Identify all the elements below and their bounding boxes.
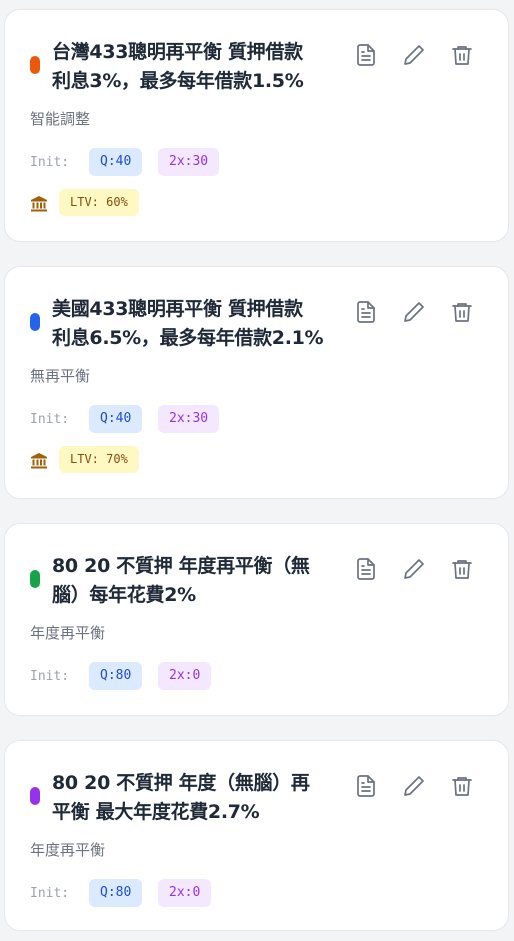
q-allocation-chip: Q:40 bbox=[89, 405, 143, 433]
pencil-icon[interactable] bbox=[402, 557, 426, 581]
trash-icon[interactable] bbox=[450, 774, 474, 798]
card-subtitle: 無再平衡 bbox=[30, 367, 91, 385]
color-dot bbox=[30, 787, 40, 805]
strategy-card: 美國433聰明再平衡 質押借款 利息6.5%，最多每年借款2.1% 無再平衡 I… bbox=[4, 266, 509, 499]
bank-icon bbox=[31, 196, 47, 212]
color-dot bbox=[30, 570, 40, 588]
card-title-line: 80 20 不質押 年度（無腦）再 bbox=[52, 772, 310, 794]
init-label: Init: bbox=[30, 886, 70, 901]
card-title-line: 台灣433聰明再平衡 質押借款 bbox=[52, 41, 303, 63]
card-title: 台灣433聰明再平衡 質押借款 利息3%，最多每年借款1.5% bbox=[52, 38, 352, 96]
init-label: Init: bbox=[30, 669, 70, 684]
trash-icon[interactable] bbox=[450, 557, 474, 581]
card-subtitle: 年度再平衡 bbox=[30, 624, 106, 642]
init-label: Init: bbox=[30, 155, 70, 170]
document-icon[interactable] bbox=[354, 300, 378, 324]
card-title-line: 美國433聰明再平衡 質押借款 bbox=[52, 298, 303, 320]
init-label: Init: bbox=[30, 412, 70, 427]
document-icon[interactable] bbox=[354, 43, 378, 67]
bank-icon bbox=[31, 453, 47, 469]
2x-allocation-chip: 2x:0 bbox=[158, 879, 212, 907]
card-title: 美國433聰明再平衡 質押借款 利息6.5%，最多每年借款2.1% bbox=[52, 295, 352, 353]
color-dot bbox=[30, 313, 40, 331]
card-title-line: 平衡 最大年度花費2.7% bbox=[52, 801, 260, 823]
card-subtitle: 年度再平衡 bbox=[30, 841, 106, 859]
card-title: 80 20 不質押 年度再平衡（無 腦）每年花費2% bbox=[52, 552, 352, 610]
color-dot bbox=[30, 56, 40, 74]
card-title-line: 腦）每年花費2% bbox=[52, 584, 196, 606]
document-icon[interactable] bbox=[354, 557, 378, 581]
document-icon[interactable] bbox=[354, 774, 378, 798]
card-title-line: 80 20 不質押 年度再平衡（無 bbox=[52, 555, 310, 577]
card-title-line: 利息6.5%，最多每年借款2.1% bbox=[52, 327, 324, 349]
trash-icon[interactable] bbox=[450, 300, 474, 324]
pencil-icon[interactable] bbox=[402, 300, 426, 324]
strategy-card: 80 20 不質押 年度再平衡（無 腦）每年花費2% 年度再平衡 Init: Q… bbox=[4, 523, 509, 716]
q-allocation-chip: Q:40 bbox=[89, 148, 143, 176]
2x-allocation-chip: 2x:30 bbox=[158, 148, 220, 176]
card-title-line: 利息3%，最多每年借款1.5% bbox=[52, 70, 304, 92]
card-subtitle: 智能調整 bbox=[30, 110, 91, 128]
strategy-card: 80 20 不質押 年度（無腦）再 平衡 最大年度花費2.7% 年度再平衡 In… bbox=[4, 740, 509, 931]
pencil-icon[interactable] bbox=[402, 43, 426, 67]
pencil-icon[interactable] bbox=[402, 774, 426, 798]
card-title: 80 20 不質押 年度（無腦）再 平衡 最大年度花費2.7% bbox=[52, 769, 352, 827]
strategy-card: 台灣433聰明再平衡 質押借款 利息3%，最多每年借款1.5% 智能調整 Ini… bbox=[4, 9, 509, 242]
q-allocation-chip: Q:80 bbox=[89, 662, 143, 690]
2x-allocation-chip: 2x:30 bbox=[158, 405, 220, 433]
q-allocation-chip: Q:80 bbox=[89, 879, 143, 907]
ltv-chip: LTV: 70% bbox=[59, 446, 139, 473]
trash-icon[interactable] bbox=[450, 43, 474, 67]
2x-allocation-chip: 2x:0 bbox=[158, 662, 212, 690]
ltv-chip: LTV: 60% bbox=[59, 189, 139, 216]
